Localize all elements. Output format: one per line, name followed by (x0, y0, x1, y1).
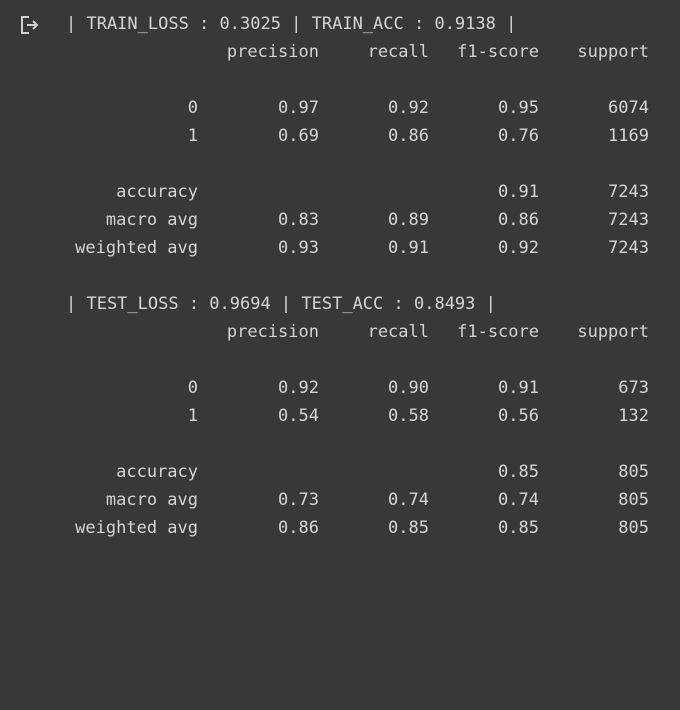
table-row: macro avg 0.83 0.89 0.86 7243 (0, 206, 680, 234)
precision-value: 0.97 (278, 98, 319, 118)
f1-value: 0.76 (498, 126, 539, 146)
support-value: 805 (618, 518, 649, 538)
f1-value: 0.85 (498, 462, 539, 482)
train-column-headers: precision recall f1-score support (0, 38, 680, 66)
precision-value: 0.83 (278, 210, 319, 230)
train-header: | TRAIN_LOSS : 0.3025 | TRAIN_ACC : 0.91… (66, 14, 517, 34)
f1-value: 0.95 (498, 98, 539, 118)
table-row: 0 0.92 0.90 0.91 673 (0, 374, 680, 402)
f1-value: 0.74 (498, 490, 539, 510)
test-header: | TEST_LOSS : 0.9694 | TEST_ACC : 0.8493… (66, 294, 496, 314)
col-precision: precision (226, 42, 319, 62)
support-value: 1169 (608, 126, 649, 146)
f1-value: 0.85 (498, 518, 539, 538)
support-value: 7243 (608, 210, 649, 230)
row-label: 0 (187, 378, 198, 398)
recall-value: 0.91 (388, 238, 429, 258)
row-label: weighted avg (75, 518, 198, 538)
table-row: macro avg 0.73 0.74 0.74 805 (0, 486, 680, 514)
test-column-headers: precision recall f1-score support (0, 318, 680, 346)
row-label: 1 (187, 406, 198, 426)
table-row: accuracy 0.85 805 (0, 458, 680, 486)
support-value: 673 (618, 378, 649, 398)
precision-value: 0.54 (278, 406, 319, 426)
col-precision: precision (226, 322, 319, 342)
precision-value: 0.73 (278, 490, 319, 510)
row-label: accuracy (116, 182, 198, 202)
row-label: macro avg (105, 490, 198, 510)
table-row: accuracy 0.91 7243 (0, 178, 680, 206)
table-row: 0 0.97 0.92 0.95 6074 (0, 94, 680, 122)
table-row: weighted avg 0.86 0.85 0.85 805 (0, 514, 680, 542)
row-label: macro avg (105, 210, 198, 230)
col-f1-score: f1-score (457, 322, 539, 342)
support-value: 7243 (608, 182, 649, 202)
row-label: weighted avg (75, 238, 198, 258)
row-label: accuracy (116, 462, 198, 482)
precision-value: 0.92 (278, 378, 319, 398)
precision-value: 0.86 (278, 518, 319, 538)
precision-value: 0.69 (278, 126, 319, 146)
support-value: 805 (618, 490, 649, 510)
train-header-line: | TRAIN_LOSS : 0.3025 | TRAIN_ACC : 0.91… (0, 10, 680, 38)
support-value: 805 (618, 462, 649, 482)
col-support: support (577, 322, 649, 342)
recall-value: 0.89 (388, 210, 429, 230)
support-value: 7243 (608, 238, 649, 258)
row-label: 0 (187, 98, 198, 118)
col-recall: recall (367, 42, 429, 62)
row-label: 1 (187, 126, 198, 146)
f1-value: 0.92 (498, 238, 539, 258)
f1-value: 0.91 (498, 378, 539, 398)
recall-value: 0.92 (388, 98, 429, 118)
col-support: support (577, 42, 649, 62)
recall-value: 0.90 (388, 378, 429, 398)
col-f1-score: f1-score (457, 42, 539, 62)
table-row: 1 0.69 0.86 0.76 1169 (0, 122, 680, 150)
table-row: weighted avg 0.93 0.91 0.92 7243 (0, 234, 680, 262)
recall-value: 0.58 (388, 406, 429, 426)
f1-value: 0.91 (498, 182, 539, 202)
col-recall: recall (367, 322, 429, 342)
recall-value: 0.85 (388, 518, 429, 538)
recall-value: 0.86 (388, 126, 429, 146)
precision-value: 0.93 (278, 238, 319, 258)
cell-output: | TRAIN_LOSS : 0.3025 | TRAIN_ACC : 0.91… (0, 0, 680, 577)
support-value: 132 (618, 406, 649, 426)
test-header-line: | TEST_LOSS : 0.9694 | TEST_ACC : 0.8493… (0, 290, 680, 318)
table-row: 1 0.54 0.58 0.56 132 (0, 402, 680, 430)
support-value: 6074 (608, 98, 649, 118)
f1-value: 0.86 (498, 210, 539, 230)
f1-value: 0.56 (498, 406, 539, 426)
recall-value: 0.74 (388, 490, 429, 510)
